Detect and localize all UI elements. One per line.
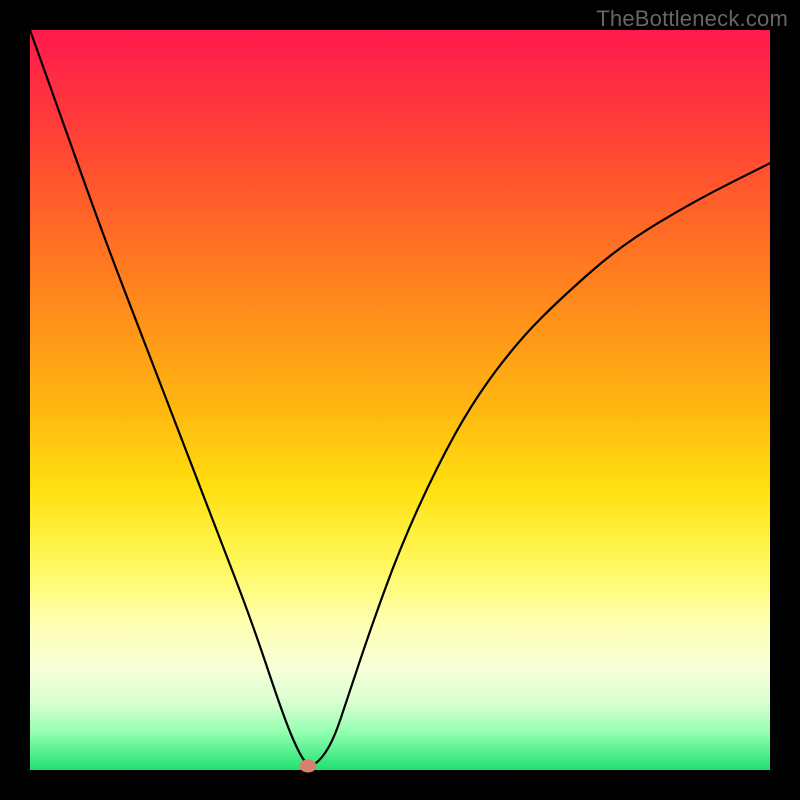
curve-line (30, 30, 770, 770)
optimum-marker (299, 760, 316, 773)
chart-frame: TheBottleneck.com (0, 0, 800, 800)
plot-area (30, 30, 770, 770)
watermark-text: TheBottleneck.com (596, 6, 788, 32)
